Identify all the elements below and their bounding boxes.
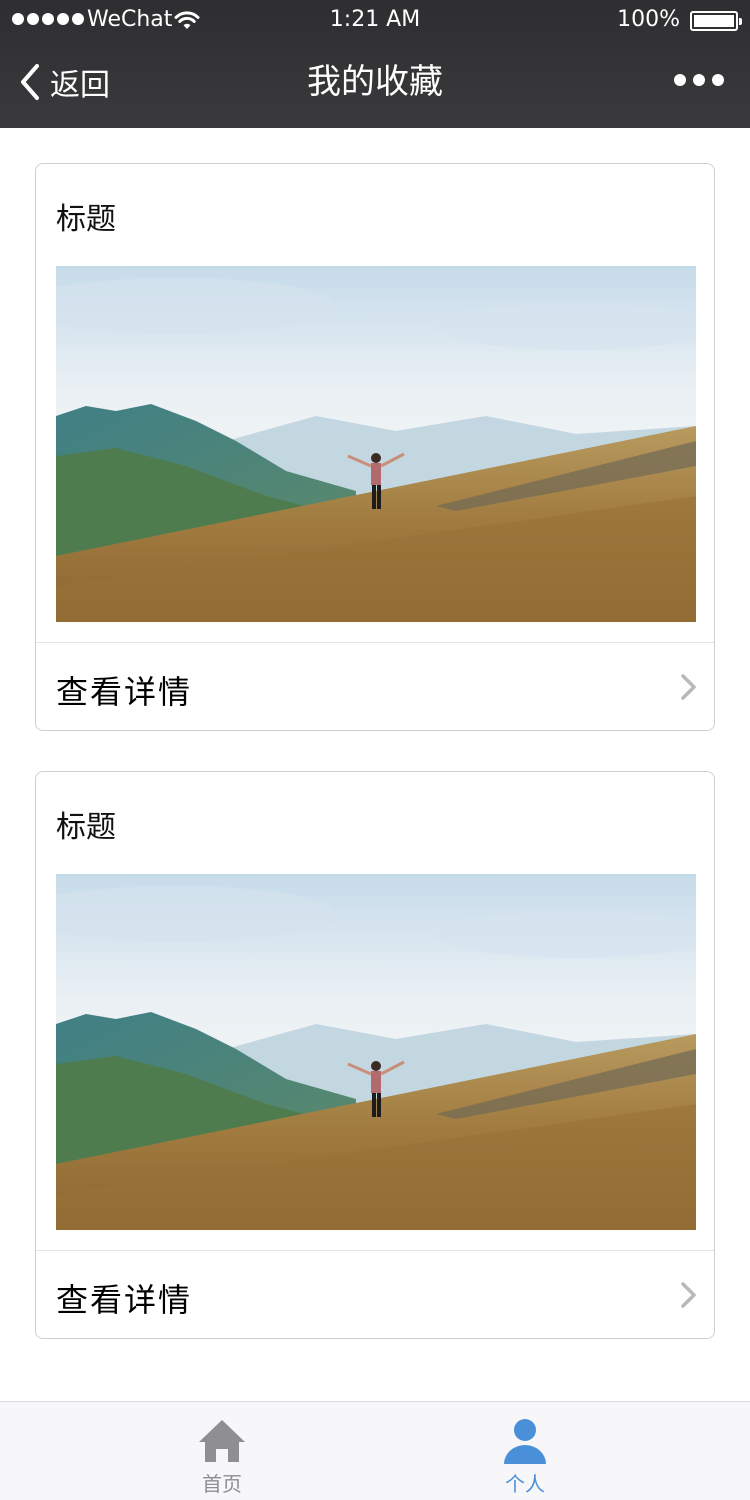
tab-bar: 首页 个人 bbox=[0, 1401, 750, 1500]
battery-icon bbox=[690, 11, 742, 31]
landscape-photo bbox=[56, 266, 696, 622]
top-bar: WeChat 1:21 AM 100% 返回 我的收藏 bbox=[0, 0, 750, 128]
view-details-row[interactable]: 查看详情 bbox=[36, 1251, 714, 1338]
back-label: 返回 bbox=[50, 68, 110, 103]
back-button[interactable]: 返回 bbox=[18, 60, 110, 104]
view-details-row[interactable]: 查看详情 bbox=[36, 643, 714, 730]
view-details-label: 查看详情 bbox=[56, 1281, 193, 1319]
home-icon bbox=[199, 1420, 245, 1462]
chevron-right-icon bbox=[681, 1282, 696, 1308]
person-icon bbox=[504, 1419, 546, 1464]
landscape-photo bbox=[56, 874, 696, 1230]
tab-personal[interactable]: 个人 bbox=[425, 1402, 625, 1500]
chevron-left-icon bbox=[21, 64, 39, 100]
page-title: 我的收藏 bbox=[307, 62, 443, 102]
tab-personal-label: 个人 bbox=[505, 1472, 545, 1496]
card-image[interactable] bbox=[56, 266, 696, 622]
battery-percentage: 100% bbox=[617, 7, 680, 32]
card-title: 标题 bbox=[56, 202, 116, 237]
card-image[interactable] bbox=[56, 874, 696, 1230]
tab-home[interactable]: 首页 bbox=[122, 1402, 322, 1500]
navigation-bar: 返回 我的收藏 bbox=[0, 40, 750, 128]
favorite-card: 标题 查看详情 bbox=[35, 163, 715, 731]
status-bar: WeChat 1:21 AM 100% bbox=[0, 0, 750, 40]
favorite-card: 标题 查看详情 bbox=[35, 771, 715, 1339]
card-title: 标题 bbox=[56, 810, 116, 845]
view-details-label: 查看详情 bbox=[56, 673, 193, 711]
chevron-right-icon bbox=[681, 674, 696, 700]
more-options-icon[interactable] bbox=[674, 74, 724, 86]
tab-home-label: 首页 bbox=[202, 1472, 242, 1496]
screen: WeChat 1:21 AM 100% 返回 我的收藏 标题 查看详情 标题 查… bbox=[0, 0, 750, 1500]
